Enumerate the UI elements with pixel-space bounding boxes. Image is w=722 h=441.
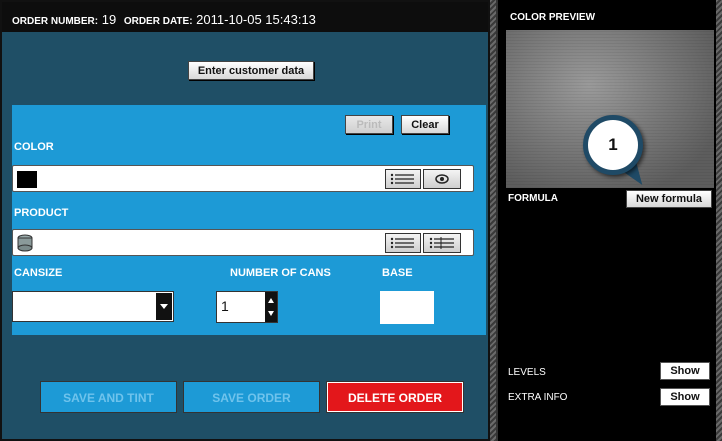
color-field[interactable] (12, 165, 474, 192)
order-date-value: 2011-10-05 15:43:13 (196, 12, 316, 27)
preview-panel: COLOR PREVIEW FORMULA New formula LEVELS… (496, 0, 716, 441)
extra-info-label: EXTRA INFO (508, 392, 568, 403)
order-number-label: ORDER NUMBER: (12, 16, 99, 27)
paint-can-icon (17, 234, 33, 252)
window-edge (716, 0, 722, 441)
number-of-cans-label: NUMBER OF CANS (230, 267, 331, 279)
order-panel: ORDER NUMBER: 19 ORDER DATE: 2011-10-05 … (0, 0, 490, 441)
callout-badge: 1 (583, 115, 643, 175)
product-label: PRODUCT (14, 207, 69, 219)
number-of-cans-value[interactable]: 1 (221, 298, 229, 314)
cansize-label: CANSIZE (14, 267, 63, 279)
product-field[interactable] (12, 229, 474, 256)
chevron-down-icon[interactable] (156, 293, 172, 320)
clear-button[interactable]: Clear (401, 115, 449, 134)
color-preview-button[interactable] (423, 169, 461, 189)
order-date-label: ORDER DATE: (123, 16, 193, 27)
list-icon (390, 237, 414, 249)
order-number-value: 19 (101, 12, 117, 27)
levels-label: LEVELS (508, 367, 546, 378)
list-icon (390, 173, 414, 185)
order-form-section: Print Clear COLOR PRODUCT CANSIZE NUMBER… (12, 105, 486, 335)
levels-show-button[interactable]: Show (660, 362, 710, 380)
app-window: ORDER NUMBER: 19 ORDER DATE: 2011-10-05 … (0, 0, 722, 441)
base-label: BASE (382, 267, 413, 279)
color-preview-title: COLOR PREVIEW (510, 12, 596, 23)
delete-order-button[interactable]: DELETE ORDER (326, 381, 464, 413)
new-formula-button[interactable]: New formula (626, 190, 712, 208)
base-field[interactable] (380, 291, 434, 324)
enter-customer-data-button[interactable]: Enter customer data (188, 61, 314, 80)
product-list-button[interactable] (385, 233, 421, 253)
formula-label: FORMULA (508, 193, 558, 204)
extra-info-show-button[interactable]: Show (660, 388, 710, 406)
stepper-spin[interactable] (265, 292, 277, 322)
order-header: ORDER NUMBER: 19 ORDER DATE: 2011-10-05 … (2, 2, 488, 32)
cansize-select[interactable] (12, 291, 174, 322)
product-detail-list-button[interactable] (423, 233, 461, 253)
save-order-button[interactable]: SAVE ORDER (183, 381, 320, 413)
number-of-cans-stepper[interactable]: 1 (216, 291, 278, 323)
stepper-up-icon[interactable] (268, 298, 274, 303)
color-list-button[interactable] (385, 169, 421, 189)
color-label: COLOR (14, 141, 54, 153)
detail-list-icon (429, 237, 454, 249)
save-and-tint-button[interactable]: SAVE AND TINT (40, 381, 177, 413)
color-swatch (17, 171, 37, 188)
eye-icon (435, 174, 449, 184)
print-button[interactable]: Print (345, 115, 393, 134)
stepper-down-icon[interactable] (268, 311, 274, 316)
